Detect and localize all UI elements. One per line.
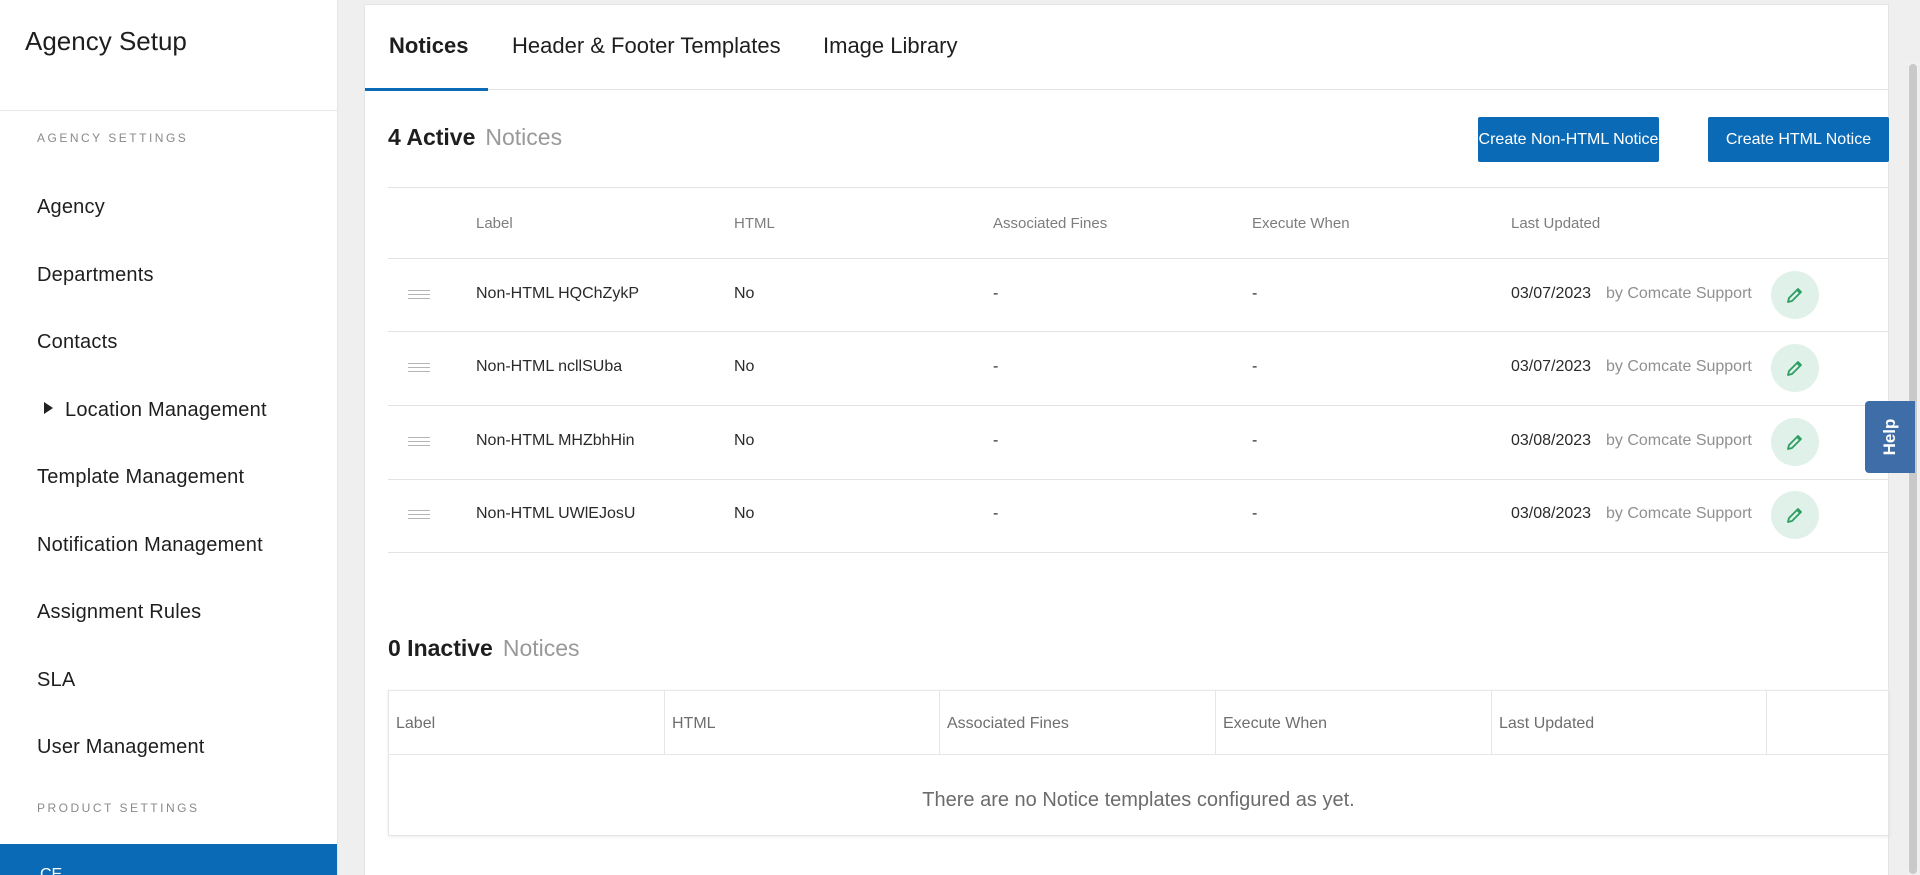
row-updated-by: by Comcate Support [1606,432,1752,449]
row-label: Non-HTML MHZbhHin [476,432,635,449]
column-header-last-updated: Last Updated [1511,215,1601,232]
column-header-associated-fines: Associated Fines [940,691,1216,755]
pencil-icon [1787,508,1802,523]
create-html-notice-button[interactable]: Create HTML Notice [1708,117,1889,162]
drag-handle-icon[interactable] [408,363,430,372]
edit-button[interactable] [1771,418,1819,466]
drag-handle-icon[interactable] [408,437,430,446]
column-header-label: Label [476,215,513,232]
edit-button[interactable] [1771,491,1819,539]
row-divider [388,405,1889,406]
sidebar-item-contacts[interactable]: Contacts [37,331,118,354]
help-label: Help [1880,418,1899,456]
section-product-settings: PRODUCT SETTINGS [37,801,200,815]
empty-state-message: There are no Notice templates configured… [922,789,1355,811]
sidebar-item-location-management[interactable]: Location Management [37,399,267,422]
row-updated-by: by Comcate Support [1606,358,1752,375]
row-date: 03/07/2023 [1511,358,1592,375]
tab-notices[interactable]: Notices [389,33,468,59]
drag-handle-icon[interactable] [408,290,430,299]
tab-header-footer-templates[interactable]: Header & Footer Templates [512,33,781,59]
row-fines: - [993,505,999,522]
column-header-execute-when: Execute When [1252,215,1350,232]
row-label: Non-HTML HQChZykP [476,285,639,302]
row-date: 03/08/2023 [1511,505,1592,522]
sidebar: Agency Setup AGENCY SETTINGS Agency Depa… [0,0,338,875]
create-non-html-notice-button[interactable]: Create Non-HTML Notice [1478,117,1659,162]
row-execute-when: - [1252,285,1258,302]
sidebar-divider [0,110,337,111]
inactive-table-header: Label HTML Associated Fines Execute When… [389,691,1888,755]
edit-button[interactable] [1771,344,1819,392]
sidebar-item-assignment-rules[interactable]: Assignment Rules [37,601,201,624]
row-html: No [734,285,755,302]
table-top-border [388,187,1889,188]
row-fines: - [993,358,999,375]
pencil-icon [1787,361,1802,376]
row-html: No [734,505,755,522]
sidebar-item-template-management[interactable]: Template Management [37,466,244,489]
sidebar-item-label: CE [40,866,63,875]
row-label: Non-HTML UWlEJosU [476,505,636,522]
row-updated-by: by Comcate Support [1606,505,1752,522]
inactive-notices-title: 0 Inactive Notices [388,635,580,662]
row-html: No [734,432,755,449]
main-panel: Notices Header & Footer Templates Image … [364,4,1889,875]
active-suffix: Notices [485,124,563,150]
sidebar-title: Agency Setup [25,26,187,56]
row-updated-by: by Comcate Support [1606,285,1752,302]
sidebar-item-agency[interactable]: Agency [37,196,105,219]
pencil-icon [1787,288,1802,303]
column-header-html: HTML [665,691,940,755]
pencil-icon [1787,435,1802,450]
sidebar-item-user-management[interactable]: User Management [37,736,205,759]
column-header-execute-when: Execute When [1216,691,1492,755]
row-fines: - [993,285,999,302]
inactive-suffix: Notices [502,635,580,661]
sidebar-item-ce[interactable]: CE [0,844,337,875]
table-bottom-border [388,552,1889,553]
inactive-count: 0 Inactive [388,635,493,661]
row-divider [388,331,1889,332]
active-tab-indicator [365,88,488,91]
help-button[interactable]: Help [1865,401,1915,473]
expand-triangle-icon [44,402,53,414]
row-date: 03/07/2023 [1511,285,1592,302]
inactive-notices-table: Label HTML Associated Fines Execute When… [388,690,1889,836]
tab-image-library[interactable]: Image Library [823,33,958,59]
sidebar-item-notification-management[interactable]: Notification Management [37,534,263,557]
sidebar-item-departments[interactable]: Departments [37,264,154,287]
row-execute-when: - [1252,432,1258,449]
column-header-last-updated: Last Updated [1492,691,1767,755]
row-fines: - [993,432,999,449]
row-label: Non-HTML ncllSUba [476,358,623,375]
row-date: 03/08/2023 [1511,432,1592,449]
table-header-border [388,258,1889,259]
edit-button[interactable] [1771,271,1819,319]
active-count: 4 Active [388,124,476,150]
column-header-html: HTML [734,215,775,232]
section-agency-settings: AGENCY SETTINGS [37,131,189,145]
drag-handle-icon[interactable] [408,510,430,519]
active-notices-title: 4 Active Notices [388,124,562,151]
tab-bar: Notices Header & Footer Templates Image … [365,5,1888,91]
row-execute-when: - [1252,505,1258,522]
row-html: No [734,358,755,375]
sidebar-item-sla[interactable]: SLA [37,669,75,692]
column-header-associated-fines: Associated Fines [993,215,1108,232]
sidebar-item-label: Location Management [65,399,267,421]
row-divider [388,479,1889,480]
column-header-label: Label [389,691,665,755]
row-execute-when: - [1252,358,1258,375]
